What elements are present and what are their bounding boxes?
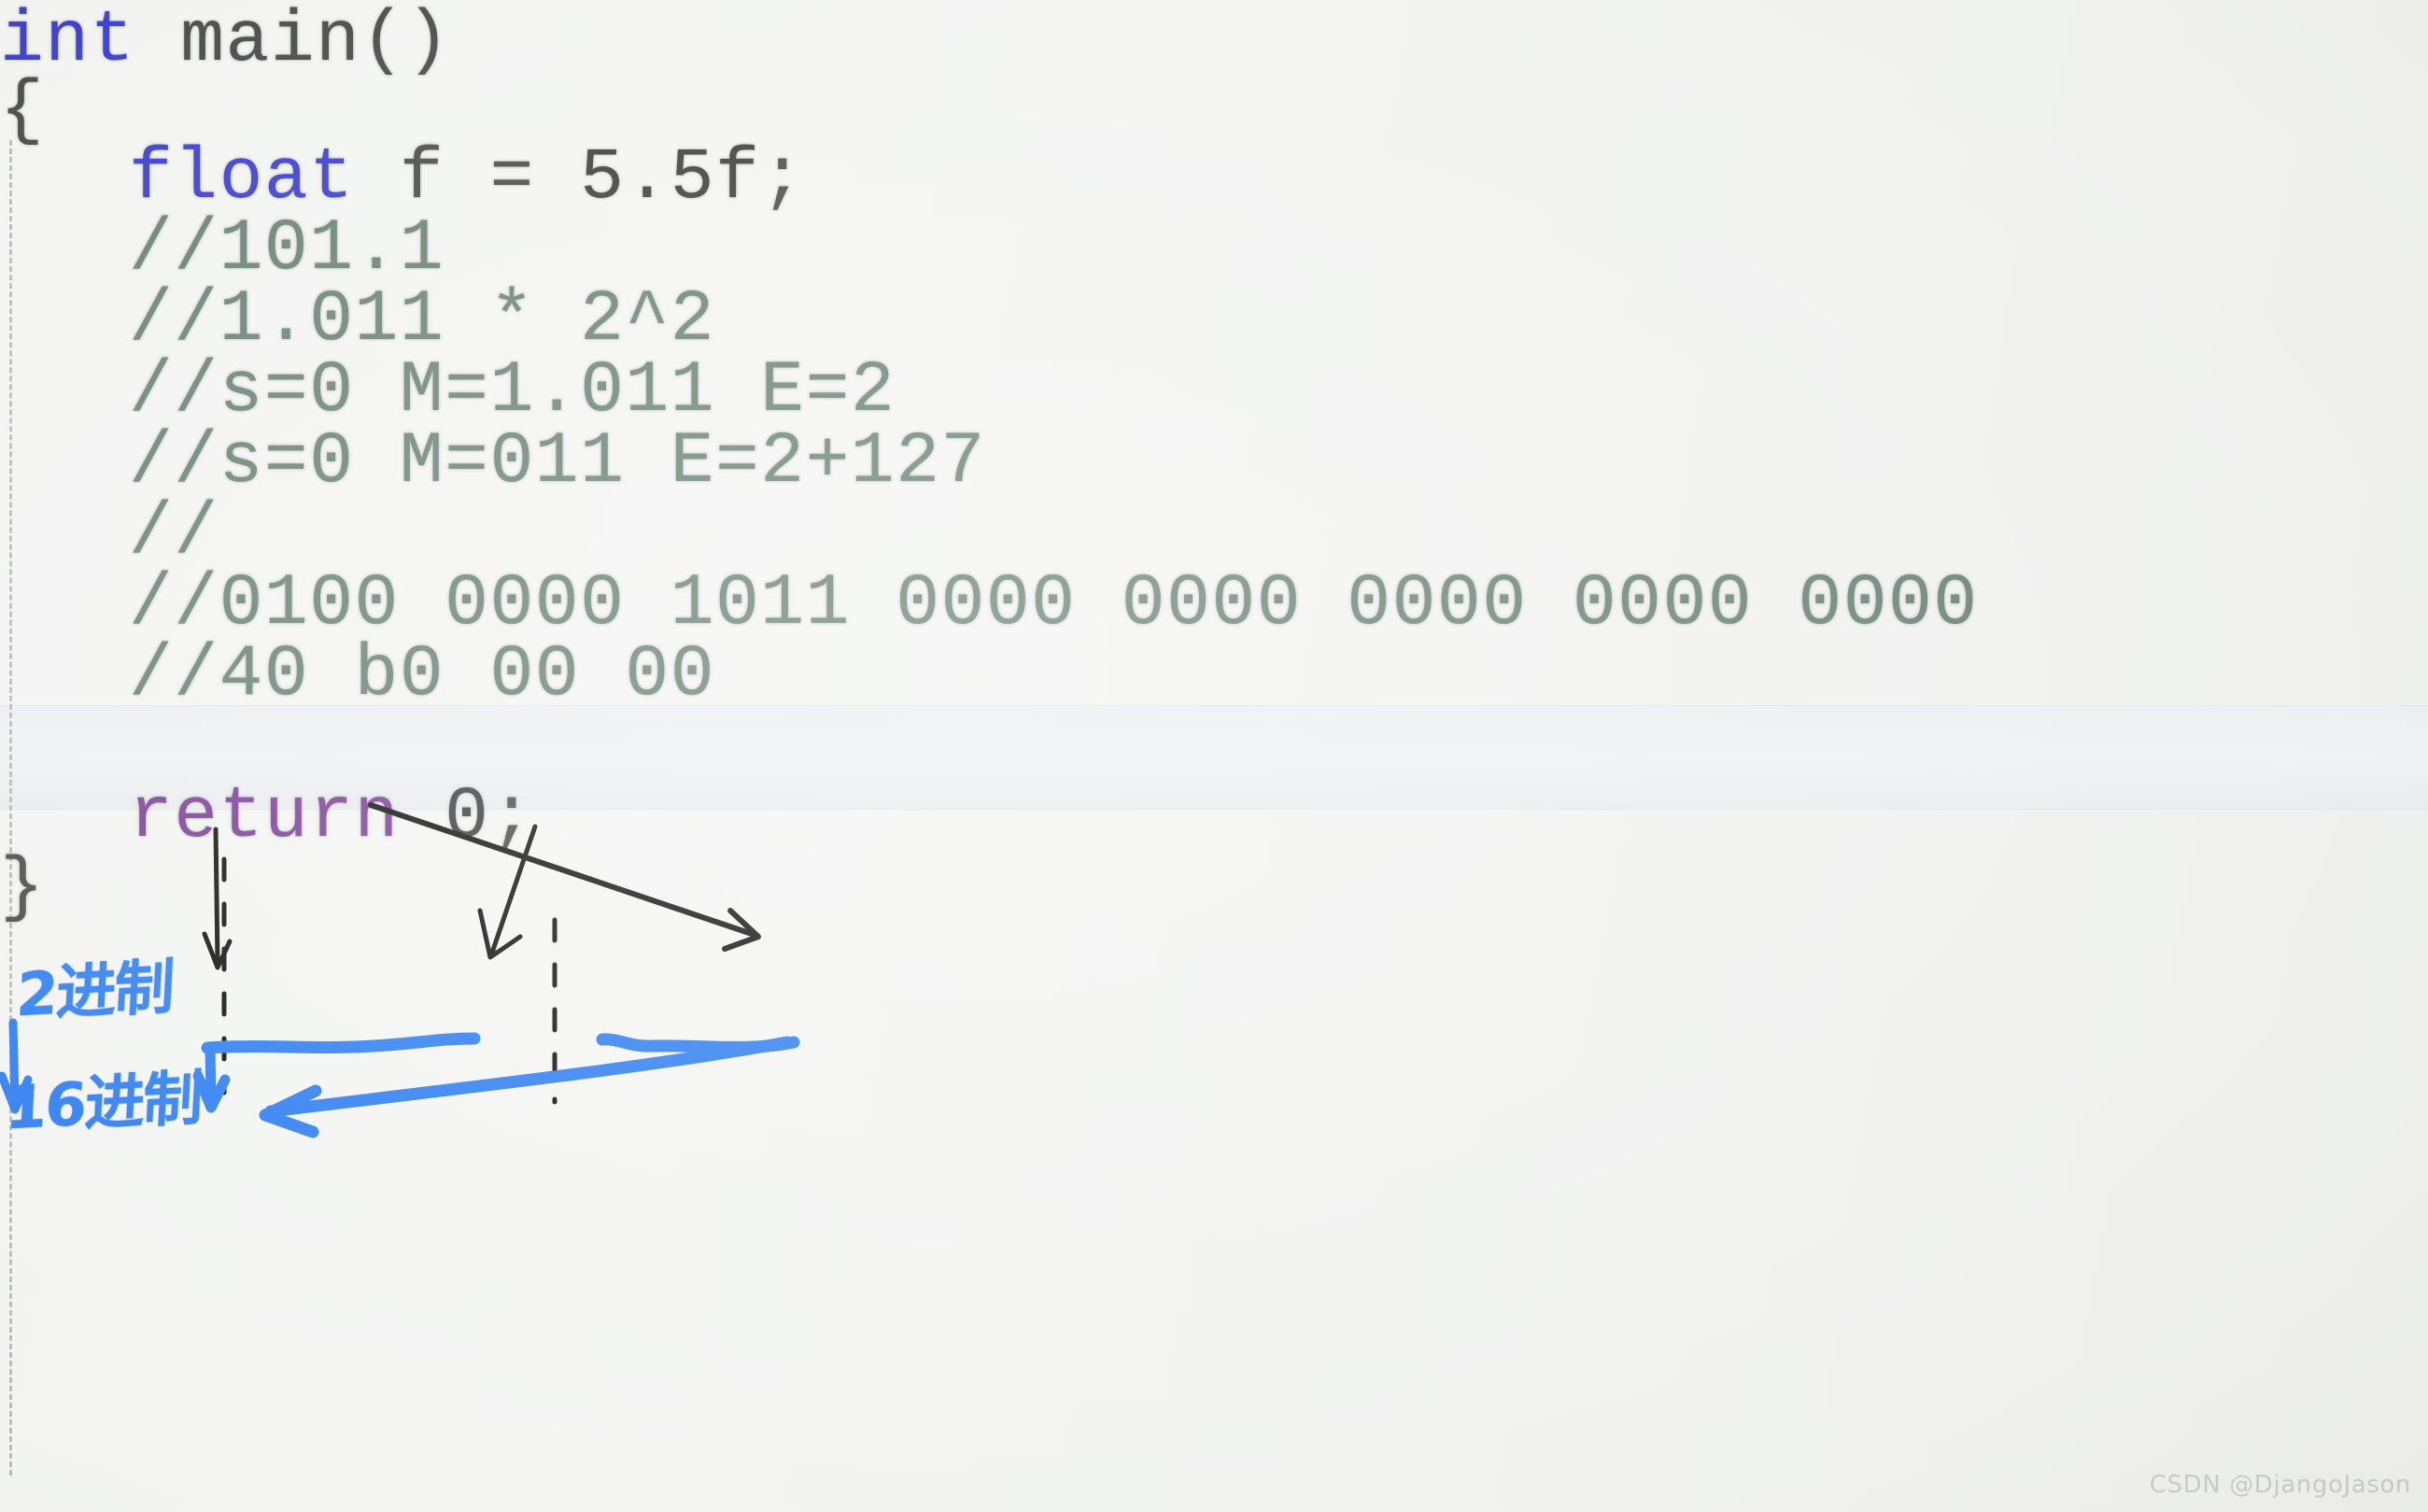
code-line-4-comment[interactable]: //101.1 — [129, 213, 445, 286]
code-line-8-comment[interactable]: // — [129, 497, 219, 570]
mantissa-arrowhead-icon — [477, 908, 523, 960]
assign-operator: = — [489, 137, 535, 219]
return-value: 0 — [445, 776, 490, 858]
byte-to-hex-curved-arrow-icon — [264, 1036, 794, 1118]
return-semicolon: ; — [489, 776, 535, 858]
first-byte-underline-cont-icon — [596, 1033, 800, 1053]
exponent-arrowhead-icon — [722, 908, 761, 952]
annotation-label-hexadecimal: 16进制 — [3, 1064, 204, 1144]
csdn-watermark: CSDN @DjangoJason — [2149, 1471, 2411, 1499]
annotation-label-binary: 2进制 — [14, 953, 175, 1031]
underline-hook-down-icon — [205, 1042, 217, 1106]
first-byte-underline-icon — [201, 1032, 481, 1054]
semicolon: ; — [760, 137, 806, 219]
code-line-1[interactable]: int main() — [0, 5, 451, 78]
sign-bit-arrowhead-icon — [202, 931, 233, 970]
parens: () — [360, 0, 452, 82]
code-line-12-return[interactable]: return 0; — [129, 781, 535, 854]
code-editor-screenshot: int main() { float f = 5.5f; //101.1 //1… — [0, 0, 2428, 1512]
byte-to-hex-arrowhead-icon — [259, 1084, 322, 1138]
keyword-float: float — [129, 137, 355, 219]
code-line-7-comment[interactable]: //s=0 M=011 E=2+127 — [129, 426, 986, 499]
keyword-return: return — [129, 776, 400, 858]
function-name-main: main — [180, 0, 361, 82]
variable-f: f — [399, 137, 445, 219]
indent-guide — [9, 140, 12, 1476]
code-line-6-comment[interactable]: //s=0 M=1.011 E=2 — [129, 355, 896, 428]
code-line-5-comment[interactable]: //1.011 * 2^2 — [129, 284, 715, 357]
code-line-9-binary-comment[interactable]: //0100 0000 1011 0000 0000 0000 0000 000… — [129, 568, 1979, 641]
literal-5-5f: 5.5f — [580, 137, 761, 219]
code-line-3[interactable]: float f = 5.5f; — [129, 142, 806, 215]
code-line-13-close-brace[interactable]: } — [0, 852, 45, 925]
code-line-2-open-brace[interactable]: { — [0, 75, 45, 148]
code-line-10-hex-comment[interactable]: //40 b0 00 00 — [129, 639, 715, 712]
